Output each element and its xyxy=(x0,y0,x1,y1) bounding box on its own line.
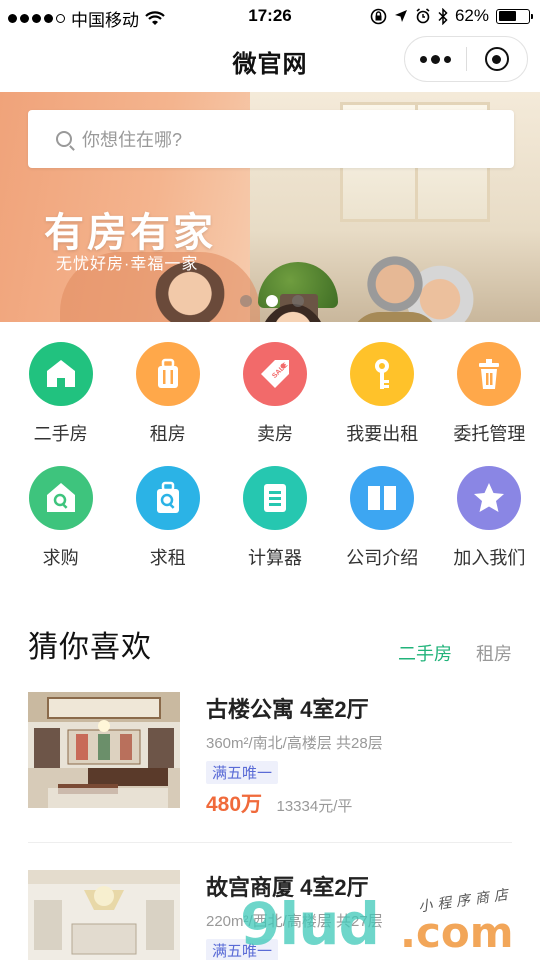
close-target-icon xyxy=(484,47,509,71)
category-label: 求租 xyxy=(149,548,186,568)
listing-photo xyxy=(28,870,180,960)
listing-tag: 满五唯一 xyxy=(206,939,279,960)
category-label: 卖房 xyxy=(257,424,293,444)
listing-unit-price: 13334元/平 xyxy=(276,798,353,815)
key-icon xyxy=(350,342,415,406)
category-label: 委托管理 xyxy=(453,424,526,444)
category-label: 计算器 xyxy=(248,548,302,568)
battery-fill xyxy=(498,11,517,21)
category-key-button[interactable]: 我要出租 xyxy=(332,342,433,466)
luggage-icon xyxy=(135,342,200,406)
battery-icon xyxy=(496,8,533,24)
category-label: 我要出租 xyxy=(346,424,419,444)
search-placeholder: 你想住在哪? xyxy=(82,130,183,150)
listing-photo xyxy=(28,692,180,808)
close-button[interactable] xyxy=(466,37,527,81)
listing-tag: 满五唯一 xyxy=(206,761,279,784)
listing-info: 古楼公寓 4室2厅 360m²/南北/高楼层 共28层 满五唯一 480万 13… xyxy=(206,692,383,818)
category-label: 二手房 xyxy=(33,424,88,444)
category-grid: 二手房 租房 SALE 卖房 我要出租 委托管理 求购 求租 计算器 公司介绍 加入我们 xyxy=(0,342,540,590)
listing-name: 故宫商厦 4室2厅 xyxy=(206,875,369,900)
listing-price-row: 480万 13334元/平 xyxy=(206,788,383,818)
more-button[interactable] xyxy=(405,37,466,81)
location-icon xyxy=(394,10,407,22)
category-row: 二手房 租房 SALE 卖房 我要出租 委托管理 xyxy=(0,342,540,466)
carousel-dot[interactable] xyxy=(292,295,304,307)
category-book-button[interactable]: 公司介绍 xyxy=(332,466,433,590)
navigation-bar: 微官网 xyxy=(0,34,540,92)
listing-name: 古楼公寓 4室2厅 xyxy=(206,697,369,722)
category-label: 公司介绍 xyxy=(346,548,419,568)
listing-spec: 360m²/南北/高楼层 共28层 xyxy=(206,735,383,752)
book-icon xyxy=(350,466,415,530)
trash-icon xyxy=(457,342,522,406)
battery-percent: 62% xyxy=(454,6,489,25)
miniprogram-capsule xyxy=(404,36,528,82)
listing-spec: 220m²/西北/高楼层 共27层 xyxy=(206,913,383,930)
recommend-tabs: 二手房 租房 xyxy=(398,640,512,666)
category-house-search-button[interactable]: 求购 xyxy=(10,466,111,590)
category-luggage-search-button[interactable]: 求租 xyxy=(117,466,218,590)
category-calculator-button[interactable]: 计算器 xyxy=(224,466,325,590)
category-label: 求购 xyxy=(42,548,79,568)
home-icon xyxy=(28,342,93,406)
calculator-icon xyxy=(243,466,307,530)
category-star-button[interactable]: 加入我们 xyxy=(439,466,540,590)
section-title: 猜你喜欢 xyxy=(28,631,152,664)
category-home-button[interactable]: 二手房 xyxy=(10,342,111,466)
search-icon xyxy=(56,131,72,147)
banner-carousel[interactable]: 有房有家 无忧好房·幸福一家 你想住在哪? xyxy=(0,92,540,322)
listing-price: 480万 xyxy=(206,793,263,816)
banner-subline: 无忧好房·幸福一家 xyxy=(56,256,199,273)
listing-item[interactable]: 故宫商厦 4室2厅 220m²/西北/高楼层 共27层 满五唯一 xyxy=(28,870,512,960)
bluetooth-icon xyxy=(438,7,448,25)
carousel-dot[interactable] xyxy=(240,295,252,307)
more-dots-icon xyxy=(419,55,427,63)
category-label: 加入我们 xyxy=(453,548,526,568)
category-label: 租房 xyxy=(149,424,186,444)
carousel-indicators xyxy=(240,295,304,307)
category-row: 求购 求租 计算器 公司介绍 加入我们 xyxy=(0,466,540,590)
luggage-search-icon xyxy=(135,466,200,530)
star-icon xyxy=(457,466,522,530)
sale-tag-icon: SALE xyxy=(243,342,307,406)
carousel-dot[interactable] xyxy=(266,295,278,307)
search-input[interactable]: 你想住在哪? xyxy=(28,110,514,168)
category-trash-button[interactable]: 委托管理 xyxy=(439,342,540,466)
rotation-lock-icon xyxy=(370,8,387,24)
listing-item[interactable]: 古楼公寓 4室2厅 360m²/南北/高楼层 共28层 满五唯一 480万 13… xyxy=(28,692,512,816)
listing-info: 故宫商厦 4室2厅 220m²/西北/高楼层 共27层 满五唯一 xyxy=(206,870,383,960)
house-search-icon xyxy=(28,466,93,530)
tab-second-hand[interactable]: 二手房 xyxy=(398,640,452,666)
divider xyxy=(28,842,512,843)
category-sale-tag-button[interactable]: SALE 卖房 xyxy=(224,342,325,466)
tab-rent[interactable]: 租房 xyxy=(476,640,512,666)
status-right: 62% xyxy=(370,6,533,26)
status-bar: 中国移动 17:26 62% xyxy=(0,0,540,34)
category-luggage-button[interactable]: 租房 xyxy=(117,342,218,466)
alarm-icon xyxy=(416,8,430,24)
